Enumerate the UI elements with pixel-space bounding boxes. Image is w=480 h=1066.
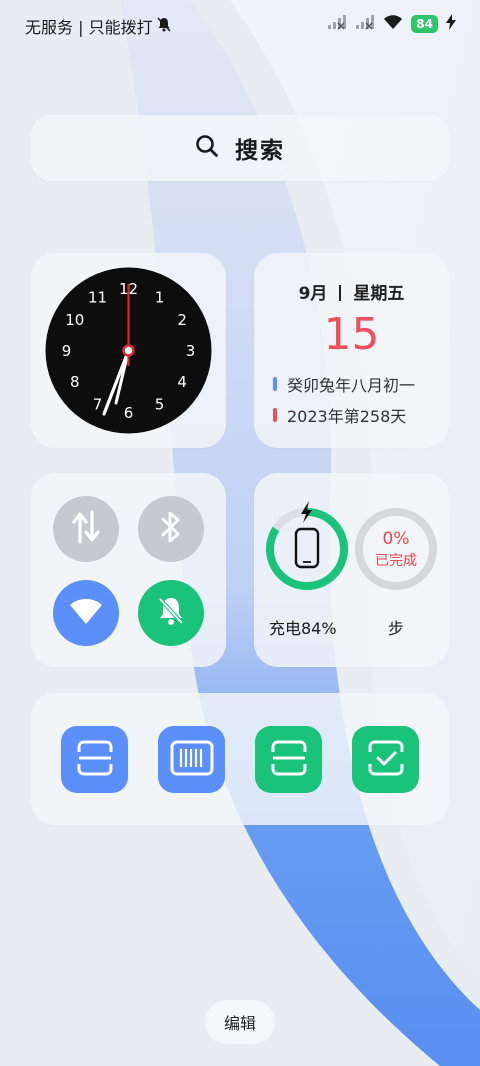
no-signal-icon [355, 14, 375, 34]
scan-checkmark-shortcut[interactable] [352, 726, 419, 793]
clock-numeral: 2 [177, 311, 187, 329]
lunar-date-text: 癸卯兔年八月初一 [287, 376, 416, 395]
phone-icon [294, 527, 320, 569]
clock-numeral: 3 [186, 342, 196, 360]
calendar-day: 15 [323, 309, 380, 360]
mobile-data-toggle[interactable] [53, 496, 119, 562]
mute-toggle[interactable] [138, 580, 204, 646]
charging-bolt-icon [301, 501, 312, 523]
calendar-month: 9月 [298, 284, 328, 304]
clock-numeral: 5 [155, 396, 165, 414]
scan-wechat-shortcut[interactable] [255, 726, 322, 793]
lunar-date: 癸卯兔年八月初一 [273, 372, 415, 396]
wifi-toggle[interactable] [53, 580, 119, 646]
search-icon [195, 134, 219, 162]
divider [339, 285, 342, 301]
quick-toggles-widget [31, 473, 226, 667]
barcode-icon [170, 740, 214, 780]
calendar-widget[interactable]: 9月 星期五 15 癸卯兔年八月初一 2023年第258天 [254, 253, 449, 448]
carrier-status-text: 无服务 | 只能拨打 [25, 18, 153, 37]
bluetooth-icon [159, 510, 183, 548]
search-label: 搜索 [235, 138, 285, 164]
steps-label: 步 [388, 619, 405, 638]
no-signal-icon [327, 14, 347, 34]
calendar-weekday: 星期五 [353, 284, 405, 304]
mute-bell-icon [156, 16, 171, 36]
charging-label: 充电84% [269, 619, 337, 638]
clock-numeral: 7 [93, 396, 103, 414]
wifi-icon [68, 597, 104, 629]
clock-center [122, 344, 135, 357]
calendar-header: 9月 星期五 [254, 279, 449, 304]
status-bar: 无服务 | 只能拨打 84 [0, 0, 480, 50]
battery-icon: 84 [411, 15, 438, 33]
clock-numeral: 6 [124, 404, 134, 422]
scan-icon [75, 738, 115, 782]
bluetooth-toggle[interactable] [138, 496, 204, 562]
steps-ring [355, 508, 437, 590]
stats-widget[interactable]: 0% 已完成 充电84% 步 [254, 473, 449, 667]
clock-numeral: 10 [65, 311, 84, 329]
clock-widget[interactable]: 12 1 2 3 4 5 6 7 8 9 10 11 [31, 253, 226, 448]
year-day-text: 2023年第258天 [287, 407, 407, 426]
steps-status: 已完成 [375, 553, 417, 569]
clock-numeral: 4 [177, 373, 187, 391]
wifi-icon [383, 14, 403, 34]
scan-check-icon [366, 738, 406, 782]
lunar-bar [273, 377, 277, 391]
shortcuts-widget [31, 693, 449, 825]
year-day-bar [273, 408, 277, 422]
barcode-pay-shortcut[interactable] [158, 726, 225, 793]
mute-bell-icon [156, 595, 186, 631]
up-down-arrows-icon [71, 510, 101, 548]
analog-clock: 12 1234567891011 [45, 267, 212, 434]
clock-numeral: 1 [155, 288, 165, 306]
scan-icon [269, 738, 309, 782]
charging-bolt-icon [446, 14, 456, 34]
clock-numeral: 9 [62, 342, 72, 360]
search-bar[interactable]: 搜索 [31, 115, 449, 181]
clock-numeral: 11 [88, 288, 107, 306]
steps-percent: 0% [382, 529, 410, 549]
scan-alipay-shortcut[interactable] [61, 726, 128, 793]
year-day: 2023年第258天 [273, 403, 406, 427]
clock-numeral: 8 [70, 373, 80, 391]
edit-button[interactable]: 编辑 [205, 1000, 275, 1044]
